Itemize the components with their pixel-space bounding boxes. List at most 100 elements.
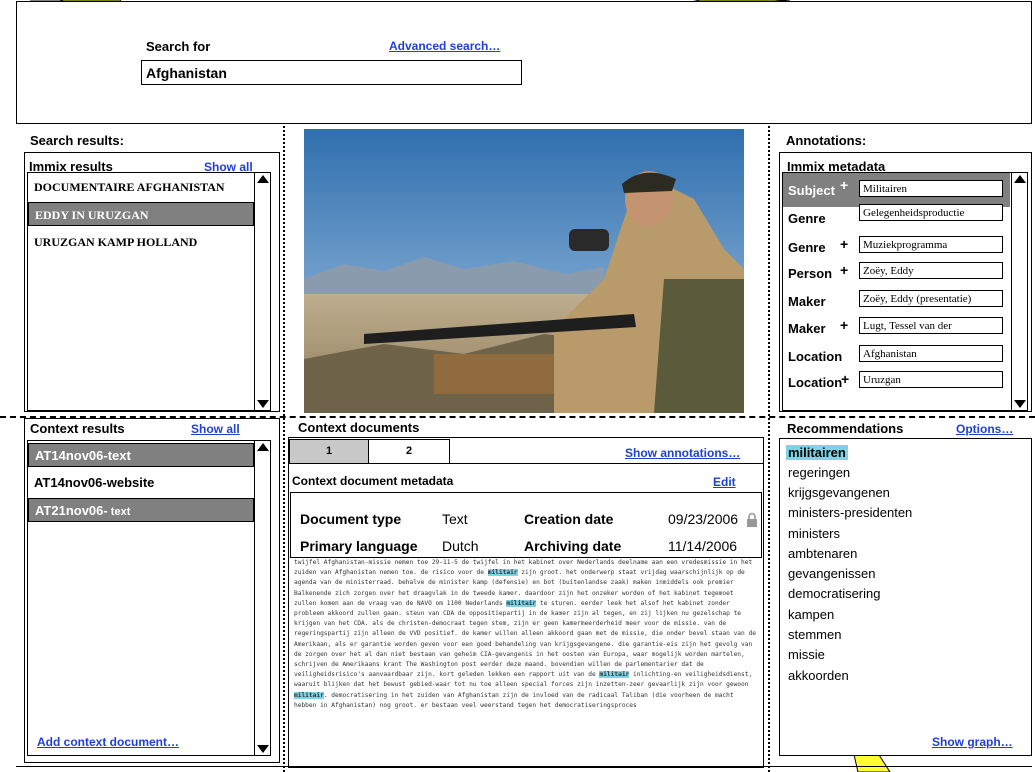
tab-2[interactable]: 2 (368, 439, 450, 464)
scroll-down-icon[interactable] (257, 745, 269, 753)
add-annotation-icon[interactable]: + (840, 236, 848, 252)
scroll-down-button[interactable] (1012, 398, 1027, 410)
annotation-row[interactable]: Person + Zoëy, Eddy (783, 262, 1017, 288)
immix-results-list: DOCUMENTAIRE AFGHANISTAN EDDY IN URUZGAN… (27, 172, 271, 411)
scroll-up-icon[interactable] (256, 175, 269, 183)
add-context-document-link[interactable]: Add context document… (37, 735, 179, 749)
scroll-down-button[interactable] (255, 743, 270, 755)
tab-1[interactable]: 1 (289, 439, 369, 464)
tab-1-label: 1 (325, 445, 333, 457)
annotation-label: Genre (788, 240, 826, 255)
immix-scrollbar[interactable] (254, 173, 270, 410)
annotation-value[interactable]: Muziekprogramma (859, 236, 1003, 253)
context-results-title: Context results (30, 421, 125, 436)
recommendation-item[interactable]: regeringen (788, 465, 850, 480)
annotation-value[interactable]: Gelegenheidsproductie (859, 204, 1003, 221)
recommendation-item[interactable]: kampen (788, 607, 834, 622)
search-results-heading: Search results: (30, 133, 124, 148)
context-item-label: AT14nov06-website (34, 475, 155, 490)
recommendation-item[interactable]: ministers (788, 526, 840, 541)
highlighted-term: militair (599, 671, 630, 679)
add-annotation-icon[interactable]: + (840, 177, 848, 193)
annotation-label: Maker (788, 321, 826, 336)
search-label: Search for (146, 39, 211, 54)
scroll-down-icon[interactable] (1014, 400, 1026, 408)
annotation-label: Location (788, 349, 843, 364)
recommendation-item[interactable]: missie (788, 647, 825, 662)
show-annotations-link[interactable]: Show annotations… (625, 446, 740, 460)
edit-metadata-link[interactable]: Edit (713, 475, 736, 489)
highlighted-term: militair (487, 569, 518, 577)
context-item-label: AT21nov06- (35, 503, 108, 518)
recommendation-item[interactable]: ministers-presidenten (788, 505, 912, 520)
context-item-label: AT14nov06-text (35, 448, 131, 463)
context-documents-title: Context documents (298, 420, 420, 435)
annotations-heading: Annotations: (786, 133, 867, 148)
annotation-row[interactable]: Location + Uruzgan (783, 371, 1017, 397)
context-scrollbar[interactable] (254, 441, 270, 755)
scroll-up-icon[interactable] (256, 443, 269, 451)
divider-right (768, 126, 770, 772)
annotation-row[interactable]: Genre + Muziekprogramma (783, 236, 1017, 262)
creation-date-label: Creation date (524, 511, 614, 527)
context-item-selected[interactable]: AT14nov06-text (28, 443, 254, 467)
add-annotation-icon[interactable]: + (840, 317, 848, 333)
annotation-value[interactable]: Afghanistan (859, 345, 1003, 362)
metadata-title: Context document metadata (292, 474, 454, 488)
context-item-suffix: text (107, 506, 131, 518)
doc-type-label: Document type (300, 511, 402, 527)
annotation-value[interactable]: Lugt, Tessel van der (859, 317, 1003, 334)
add-annotation-icon[interactable]: + (841, 371, 849, 387)
show-graph-link[interactable]: Show graph… (932, 735, 1013, 749)
annotation-value[interactable]: Zoëy, Eddy (859, 262, 1003, 279)
search-input[interactable]: Afghanistan (141, 60, 522, 85)
highlighted-term: militair (294, 691, 324, 699)
recommendation-item-highlighted[interactable]: militairen (786, 445, 848, 460)
list-item[interactable]: URUZGAN KAMP HOLLAND (28, 230, 254, 254)
options-link[interactable]: Options… (956, 422, 1013, 436)
list-item-selected[interactable]: EDDY IN URUZGAN (28, 202, 254, 226)
context-item-selected[interactable]: AT21nov06- text (28, 498, 254, 522)
advanced-search-link[interactable]: Advanced search… (389, 39, 500, 53)
tab-underline (450, 463, 763, 464)
recommendation-item[interactable]: akkoorden (788, 668, 849, 683)
recommendations-title: Recommendations (787, 421, 904, 436)
archiving-date-label: Archiving date (524, 538, 622, 554)
annotation-row[interactable]: Maker Zoëy, Eddy (presentatie) (783, 290, 1017, 316)
list-item[interactable]: DOCUMENTAIRE AFGHANISTAN (28, 175, 254, 199)
language-value: Dutch (442, 538, 479, 554)
language-label: Primary language (300, 538, 418, 554)
context-show-all-link[interactable]: Show all (191, 422, 240, 436)
highlighted-term: militair (506, 599, 537, 607)
annotation-value[interactable]: Militairen (859, 180, 1003, 197)
annotation-label: Maker (788, 294, 826, 309)
annotation-label: Genre (788, 211, 826, 226)
recommendation-item[interactable]: krijgsgevangenen (788, 485, 890, 500)
recommendation-item[interactable]: stemmen (788, 627, 841, 642)
scroll-down-icon[interactable] (257, 400, 269, 408)
metadata-scrollbar[interactable] (1011, 173, 1027, 410)
annotation-value[interactable]: Zoëy, Eddy (presentatie) (859, 290, 1003, 307)
annotation-value[interactable]: Uruzgan (859, 371, 1003, 388)
context-item[interactable]: AT14nov06-website (28, 471, 254, 495)
creation-date-value: 09/23/2006 (668, 511, 739, 527)
archiving-date-value: 11/14/2006 (668, 538, 738, 554)
add-annotation-icon[interactable]: + (840, 262, 848, 278)
recommendation-item[interactable]: democratisering (788, 586, 881, 601)
document-text: twijfel Afghanistan-missie nemen toe 29-… (294, 559, 756, 709)
annotation-row[interactable]: Location Afghanistan (783, 345, 1017, 371)
divider-left (283, 126, 285, 772)
scroll-down-button[interactable] (255, 398, 270, 410)
scroll-up-icon[interactable] (1013, 175, 1026, 183)
recommendation-item[interactable]: gevangenissen (788, 566, 875, 581)
video-still[interactable] (304, 129, 744, 413)
bottom-border (16, 766, 1032, 767)
lock-icon (747, 512, 757, 527)
annotation-row[interactable]: Maker + Lugt, Tessel van der (783, 317, 1017, 343)
annotation-label: Subject (788, 183, 835, 198)
search-query-text: Afghanistan (146, 65, 227, 81)
annotation-row[interactable]: Genre Gelegenheidsproductie (783, 204, 1017, 233)
recommendation-item[interactable]: ambtenaren (788, 546, 857, 561)
doc-type-value: Text (442, 511, 468, 527)
annotation-row[interactable]: Subject + Militairen (783, 173, 1017, 199)
